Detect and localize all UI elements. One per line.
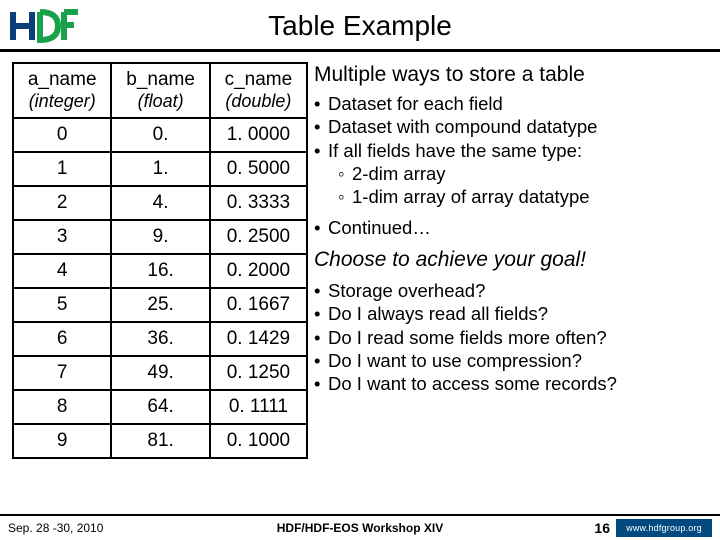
table-cell: 1. 0000 xyxy=(210,118,307,152)
table-cell: 0. 1667 xyxy=(210,288,307,322)
bullet-item: Dataset for each field xyxy=(314,92,712,115)
goal-line: Choose to achieve your goal! xyxy=(314,247,712,273)
slide-title: Table Example xyxy=(80,10,710,42)
column-header: b_name(float) xyxy=(111,63,209,118)
table-row: 00.1. 0000 xyxy=(13,118,307,152)
table-cell: 1. xyxy=(111,152,209,186)
bullet-content: Multiple ways to store a table Dataset f… xyxy=(314,62,712,492)
slide-header: Table Example xyxy=(0,0,720,52)
column-header: c_name(double) xyxy=(210,63,307,118)
table-row: 864.0. 1111 xyxy=(13,390,307,424)
hdfgroup-badge-icon: www.hdfgroup.org xyxy=(616,519,712,537)
question-item: Storage overhead? xyxy=(314,279,712,302)
hdf-logo-icon xyxy=(10,6,80,46)
table-cell: 0. xyxy=(111,118,209,152)
table-cell: 0 xyxy=(13,118,111,152)
bullet-item: Dataset with compound datatype xyxy=(314,115,712,138)
table-cell: 0. 1429 xyxy=(210,322,307,356)
table-cell: 5 xyxy=(13,288,111,322)
table-cell: 81. xyxy=(111,424,209,458)
table-cell: 8 xyxy=(13,390,111,424)
table-cell: 2 xyxy=(13,186,111,220)
table-cell: 0. 1000 xyxy=(210,424,307,458)
question-item: Do I want to use compression? xyxy=(314,349,712,372)
data-table: a_name(integer)b_name(float)c_name(doubl… xyxy=(12,62,308,492)
table-row: 24.0. 3333 xyxy=(13,186,307,220)
sub-bullet-item: 1-dim array of array datatype xyxy=(338,185,712,208)
table-cell: 49. xyxy=(111,356,209,390)
table-cell: 64. xyxy=(111,390,209,424)
table-cell: 3 xyxy=(13,220,111,254)
section-heading: Multiple ways to store a table xyxy=(314,62,712,88)
table-cell: 36. xyxy=(111,322,209,356)
table-cell: 4. xyxy=(111,186,209,220)
table-row: 11.0. 5000 xyxy=(13,152,307,186)
footer-venue: HDF/HDF-EOS Workshop XIV xyxy=(168,521,552,535)
bullet-text: If all fields have the same type: xyxy=(328,140,582,161)
table-cell: 0. 2000 xyxy=(210,254,307,288)
table-row: 525.0. 1667 xyxy=(13,288,307,322)
footer-date: Sep. 28 -30, 2010 xyxy=(8,521,168,535)
question-item: Do I read some fields more often? xyxy=(314,326,712,349)
table-cell: 9. xyxy=(111,220,209,254)
table-cell: 1 xyxy=(13,152,111,186)
table-cell: 7 xyxy=(13,356,111,390)
table-cell: 0. 1111 xyxy=(210,390,307,424)
table-row: 416.0. 2000 xyxy=(13,254,307,288)
table-cell: 4 xyxy=(13,254,111,288)
page-number: 16 xyxy=(594,520,610,536)
slide-footer: Sep. 28 -30, 2010 HDF/HDF-EOS Workshop X… xyxy=(0,514,720,540)
question-item: Do I want to access some records? xyxy=(314,372,712,395)
bullet-item: Continued… xyxy=(314,216,712,239)
table-cell: 25. xyxy=(111,288,209,322)
table-cell: 9 xyxy=(13,424,111,458)
table-row: 749.0. 1250 xyxy=(13,356,307,390)
bullet-item: If all fields have the same type: 2-dim … xyxy=(314,139,712,208)
table-cell: 16. xyxy=(111,254,209,288)
table-row: 636.0. 1429 xyxy=(13,322,307,356)
table-cell: 0. 2500 xyxy=(210,220,307,254)
question-item: Do I always read all fields? xyxy=(314,302,712,325)
table-row: 981.0. 1000 xyxy=(13,424,307,458)
table-cell: 0. 1250 xyxy=(210,356,307,390)
table-cell: 0. 3333 xyxy=(210,186,307,220)
table-cell: 6 xyxy=(13,322,111,356)
table-row: 39.0. 2500 xyxy=(13,220,307,254)
table-cell: 0. 5000 xyxy=(210,152,307,186)
sub-bullet-item: 2-dim array xyxy=(338,162,712,185)
column-header: a_name(integer) xyxy=(13,63,111,118)
